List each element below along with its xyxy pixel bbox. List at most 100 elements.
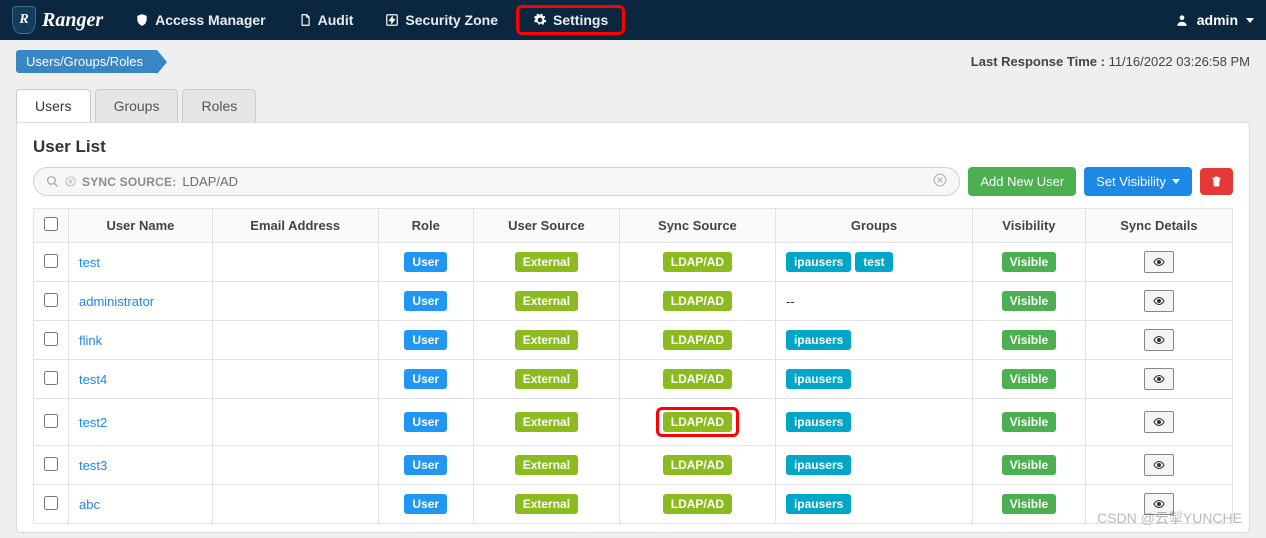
shield-icon [135, 13, 149, 27]
sync-source-badge: LDAP/AD [663, 291, 732, 311]
groups-cell: ipausers [775, 321, 972, 360]
username-link[interactable]: administrator [79, 294, 154, 309]
table-row: test3 User External LDAP/AD ipausers Visible [34, 446, 1233, 485]
table-row: test4UserExternalLDAP/ADipausersVisible [34, 360, 1233, 399]
group-badge[interactable]: test [855, 252, 892, 272]
toolbar: SYNC SOURCE: LDAP/AD Add New User Set Vi… [33, 167, 1233, 196]
col-user-source: User Source [473, 209, 619, 243]
group-badge[interactable]: ipausers [786, 455, 851, 475]
role-badge: User [404, 291, 447, 311]
sync-source-badge: LDAP/AD [663, 455, 732, 475]
role-badge: User [404, 412, 447, 432]
breadcrumb[interactable]: Users/Groups/Roles [16, 50, 157, 73]
watermark: CSDN @云掣YUNCHE [1097, 508, 1242, 528]
sync-source-badge: LDAP/AD [663, 412, 732, 432]
visibility-badge: Visible [1002, 455, 1056, 475]
eye-icon [1151, 295, 1167, 307]
email-cell [212, 243, 378, 282]
nav-user-menu[interactable]: admin [1175, 12, 1254, 28]
nav-label: Settings [553, 12, 608, 28]
user-table: User Name Email Address Role User Source… [33, 208, 1233, 524]
group-badge[interactable]: ipausers [786, 369, 851, 389]
col-role: Role [378, 209, 473, 243]
select-all-checkbox[interactable] [44, 217, 58, 231]
nav-audit[interactable]: Audit [284, 6, 368, 34]
row-checkbox[interactable] [44, 371, 58, 385]
username-link[interactable]: test [79, 255, 100, 270]
tab-users[interactable]: Users [16, 89, 91, 122]
email-cell [212, 485, 378, 524]
row-checkbox[interactable] [44, 254, 58, 268]
user-source-badge: External [515, 369, 578, 389]
delete-button[interactable] [1200, 168, 1233, 195]
sync-details-button[interactable] [1144, 454, 1174, 476]
col-sync-source: Sync Source [619, 209, 775, 243]
nav-user-label: admin [1197, 12, 1238, 28]
row-checkbox[interactable] [44, 496, 58, 510]
groups-cell: ipausers [775, 485, 972, 524]
groups-cell: ipausers [775, 360, 972, 399]
group-badge[interactable]: ipausers [786, 412, 851, 432]
group-badge[interactable]: ipausers [786, 252, 851, 272]
row-checkbox[interactable] [44, 414, 58, 428]
role-badge: User [404, 252, 447, 272]
username-link[interactable]: test2 [79, 415, 107, 430]
user-source-badge: External [515, 252, 578, 272]
eye-icon [1151, 256, 1167, 268]
email-cell [212, 446, 378, 485]
brand-name: Ranger [42, 9, 103, 32]
search-input[interactable]: SYNC SOURCE: LDAP/AD [33, 167, 960, 196]
row-checkbox[interactable] [44, 293, 58, 307]
nav-security-zone[interactable]: Security Zone [371, 6, 512, 34]
brand[interactable]: R Ranger [12, 6, 103, 34]
row-checkbox[interactable] [44, 332, 58, 346]
col-email: Email Address [212, 209, 378, 243]
nav-access-manager[interactable]: Access Manager [121, 6, 280, 34]
tab-groups[interactable]: Groups [95, 89, 179, 122]
set-visibility-button[interactable]: Set Visibility [1084, 167, 1192, 196]
tag-clear-icon[interactable] [65, 176, 76, 187]
chevron-down-icon [1172, 179, 1180, 184]
last-response-prefix: Last Response Time : [971, 54, 1105, 69]
tab-roles[interactable]: Roles [182, 89, 256, 122]
nav-items: Access Manager Audit Security Zone Setti… [121, 5, 1175, 35]
sync-details-button[interactable] [1144, 329, 1174, 351]
sync-details-button[interactable] [1144, 368, 1174, 390]
bolt-box-icon [385, 13, 399, 27]
search-tag-label: SYNC SOURCE: [82, 175, 176, 189]
visibility-badge: Visible [1002, 494, 1056, 514]
sync-details-button[interactable] [1144, 251, 1174, 273]
table-row: testUserExternalLDAP/ADipauserstestVisib… [34, 243, 1233, 282]
role-badge: User [404, 369, 447, 389]
table-header-row: User Name Email Address Role User Source… [34, 209, 1233, 243]
sync-details-button[interactable] [1144, 290, 1174, 312]
nav-label: Audit [318, 12, 354, 28]
last-response-value: 11/16/2022 03:26:58 PM [1109, 54, 1250, 69]
nav-settings[interactable]: Settings [516, 5, 625, 35]
username-link[interactable]: abc [79, 497, 100, 512]
user-source-badge: External [515, 494, 578, 514]
col-groups: Groups [775, 209, 972, 243]
username-link[interactable]: test4 [79, 372, 107, 387]
groups-cell: ipauserstest [775, 243, 972, 282]
col-sync-details: Sync Details [1085, 209, 1232, 243]
col-select [34, 209, 69, 243]
document-icon [298, 13, 312, 27]
role-badge: User [404, 455, 447, 475]
subbar: Users/Groups/Roles Last Response Time : … [0, 40, 1266, 79]
sync-source-badge: LDAP/AD [663, 494, 732, 514]
username-link[interactable]: test3 [79, 458, 107, 473]
chevron-down-icon [1246, 18, 1254, 23]
group-badge[interactable]: ipausers [786, 494, 851, 514]
top-navbar: R Ranger Access Manager Audit Security Z… [0, 0, 1266, 40]
sync-details-button[interactable] [1144, 411, 1174, 433]
username-link[interactable]: flink [79, 333, 102, 348]
clear-all-icon[interactable] [933, 173, 947, 190]
row-checkbox[interactable] [44, 457, 58, 471]
group-badge[interactable]: ipausers [786, 330, 851, 350]
user-source-badge: External [515, 455, 578, 475]
eye-icon [1151, 334, 1167, 346]
user-source-badge: External [515, 330, 578, 350]
add-new-user-button[interactable]: Add New User [968, 167, 1076, 196]
email-cell [212, 282, 378, 321]
